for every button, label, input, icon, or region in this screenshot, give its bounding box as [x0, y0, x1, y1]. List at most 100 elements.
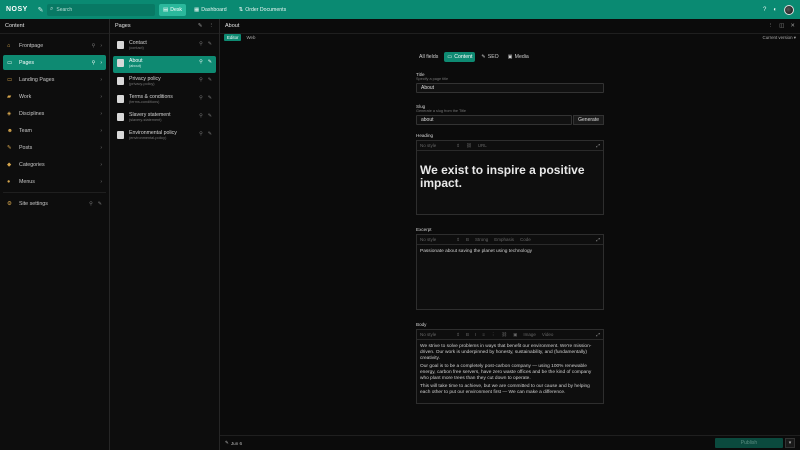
- generate-button[interactable]: Generate: [573, 115, 604, 125]
- sidebar-item-site-settings[interactable]: ⚙ Site settings ⚲ ✎: [3, 196, 106, 211]
- title-input[interactable]: About: [416, 83, 604, 93]
- heading-editor[interactable]: No style ⇕ ⛓ URL ⤢ We exist to inspire a …: [416, 140, 604, 215]
- chevron-down-icon: ▾: [793, 35, 796, 40]
- numbered-list-icon[interactable]: ⋮: [491, 332, 496, 338]
- chevron-right-icon: ›: [100, 42, 102, 49]
- expand-icon[interactable]: ⤢: [596, 332, 600, 337]
- tab-web[interactable]: Web: [243, 34, 258, 41]
- new-document-icon[interactable]: ✎: [198, 23, 203, 29]
- help-icon[interactable]: ?: [763, 7, 766, 13]
- heading-field-label: Heading: [416, 133, 434, 138]
- split-pane-icon[interactable]: ◫: [779, 23, 784, 29]
- tab-editor[interactable]: Editor: [224, 34, 242, 41]
- sidebar-item-frontpage[interactable]: ⌂ Frontpage ⚲ ›: [3, 38, 106, 53]
- style-select-label: No style: [420, 331, 437, 337]
- bold-icon[interactable]: B: [466, 237, 469, 242]
- sidebar-item-posts[interactable]: ✎ Posts ›: [3, 140, 106, 155]
- pin-icon[interactable]: ⚲: [199, 77, 203, 83]
- search-input[interactable]: ⌕ Search: [47, 3, 155, 16]
- disciplines-icon: ◈: [7, 110, 12, 117]
- excerpt-editor[interactable]: No style ⇕ B Strong Emphasis Code ⤢ Passi…: [416, 234, 604, 310]
- heading-text[interactable]: We exist to inspire a positive impact.: [420, 164, 600, 190]
- body-paragraph[interactable]: This will take time to achieve, but we a…: [420, 384, 600, 396]
- publish-label: Publish: [740, 440, 758, 446]
- sidebar-item-label: Pages: [19, 59, 35, 66]
- pin-icon[interactable]: ⚲: [199, 113, 203, 119]
- sidebar-item-landing-pages[interactable]: ▭ Landing Pages ›: [3, 72, 106, 87]
- sidebar-item-menus[interactable]: ● Menus ›: [3, 174, 106, 189]
- pin-icon[interactable]: ⚲: [89, 201, 93, 207]
- close-icon[interactable]: ✕: [790, 23, 795, 29]
- style-select[interactable]: No style ⇕: [420, 237, 460, 243]
- tool-desk[interactable]: ▤ Desk: [159, 3, 187, 16]
- sidebar-item-team[interactable]: ☻ Team ›: [3, 123, 106, 138]
- bold-icon[interactable]: B: [466, 332, 469, 337]
- slug-input[interactable]: about: [416, 115, 573, 125]
- publish-status[interactable]: ✎ Jun 6: [225, 440, 244, 446]
- list-item-about[interactable]: About (about) ⚲ ✎: [113, 56, 216, 73]
- more-icon[interactable]: ⋮: [209, 23, 215, 29]
- list-item-slavery-statement[interactable]: Slavery statement (slavery-statement) ⚲ ✎: [113, 110, 216, 127]
- list-item-terms-conditions[interactable]: Terms & conditions (terms-conditions) ⚲ ✎: [113, 92, 216, 109]
- sidebar-item-categories[interactable]: ◆ Categories ›: [3, 157, 106, 172]
- document-icon: [117, 59, 124, 67]
- settings-icon: ⚙: [7, 200, 12, 207]
- image-button[interactable]: Image: [523, 332, 536, 337]
- expand-icon[interactable]: ⤢: [596, 237, 600, 242]
- document-pane-header: About ⋮ ◫ ✕: [220, 19, 800, 34]
- edit-icon: ✎: [207, 95, 212, 101]
- list-item-environmental-policy[interactable]: Environmental policy (environmental-poli…: [113, 128, 216, 145]
- pin-icon[interactable]: ⚲: [199, 59, 203, 65]
- content-pane-header: Content: [0, 19, 109, 34]
- avatar[interactable]: [784, 4, 794, 15]
- edit-icon: ✎: [207, 77, 212, 83]
- body-paragraph[interactable]: Our goal is to be a completely post-carb…: [420, 364, 600, 382]
- style-select[interactable]: No style ⇕: [420, 332, 460, 338]
- tool-dashboard[interactable]: ▦ Dashboard: [190, 4, 231, 16]
- brand-logo[interactable]: NOSY: [6, 6, 32, 13]
- tab-content[interactable]: ▭ Content: [444, 52, 476, 62]
- tab-all-fields[interactable]: All fields: [416, 52, 441, 62]
- content-icon: ▭: [447, 54, 453, 60]
- list-item-privacy-policy[interactable]: Privacy policy (privacy-policy) ⚲ ✎: [113, 74, 216, 91]
- pin-icon[interactable]: ⚲: [92, 43, 96, 49]
- pin-icon[interactable]: ⚲: [199, 41, 203, 47]
- style-select[interactable]: No style ⇕: [420, 143, 460, 149]
- url-button[interactable]: URL: [478, 143, 487, 148]
- sidebar-item-pages[interactable]: ▭ Pages ⚲ ›: [3, 55, 106, 70]
- excerpt-text[interactable]: Passionate about saving the planet using…: [420, 249, 600, 254]
- link-icon[interactable]: ⛓: [501, 332, 507, 338]
- publish-button[interactable]: Publish: [715, 438, 783, 448]
- pin-icon[interactable]: ⚲: [92, 60, 96, 66]
- pages-pane: Pages ✎ ⋮ Contact (contact) ⚲ ✎ About (ab…: [110, 19, 220, 450]
- list-icon[interactable]: ≡: [482, 332, 485, 337]
- tab-seo[interactable]: ✎ SEO: [478, 52, 501, 62]
- expand-icon[interactable]: ⤢: [596, 143, 600, 148]
- version-select[interactable]: Current version ▾: [763, 35, 796, 41]
- tool-order-documents[interactable]: ⇅ Order Documents: [235, 4, 291, 16]
- sidebar-item-label: Disciplines: [19, 110, 45, 117]
- italic-icon[interactable]: I: [475, 332, 476, 337]
- emphasis-button[interactable]: Emphasis: [494, 237, 514, 242]
- image-icon: ▣: [513, 331, 518, 337]
- strong-button[interactable]: Strong: [475, 237, 488, 242]
- document-icon: [117, 77, 124, 85]
- pin-icon[interactable]: ⚲: [199, 131, 203, 137]
- pin-icon[interactable]: ⚲: [199, 95, 203, 101]
- link-icon[interactable]: ⛓: [466, 143, 472, 149]
- more-icon[interactable]: ⋮: [768, 23, 774, 29]
- sidebar-item-work[interactable]: ▰ Work ›: [3, 89, 106, 104]
- compose-icon[interactable]: ✎: [36, 6, 45, 14]
- list-item-contact[interactable]: Contact (contact) ⚲ ✎: [113, 38, 216, 55]
- video-button[interactable]: Video: [542, 332, 553, 337]
- tab-media[interactable]: ▣ Media: [505, 52, 532, 62]
- body-paragraph[interactable]: We strive to solve problems in ways that…: [420, 344, 600, 362]
- theme-toggle-icon[interactable]: ◐: [773, 7, 777, 13]
- pages-pane-title: Pages: [115, 23, 131, 29]
- chevron-right-icon: ›: [100, 161, 102, 168]
- body-editor[interactable]: No style ⇕ B I ≡ ⋮ ⛓ ▣ Image Video ⤢ We s…: [416, 329, 604, 404]
- document-title-header: About: [225, 23, 240, 29]
- sidebar-item-disciplines[interactable]: ◈ Disciplines ›: [3, 106, 106, 121]
- chevron-down-icon[interactable]: ▾: [785, 438, 795, 448]
- code-button[interactable]: Code: [520, 237, 531, 242]
